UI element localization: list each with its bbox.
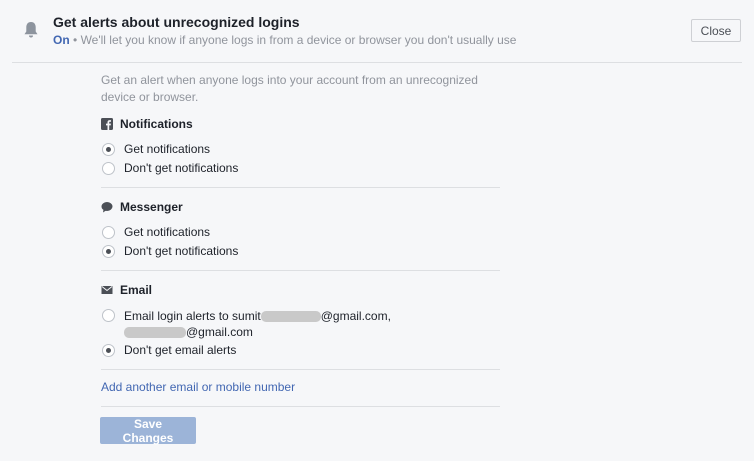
redacted-email <box>260 311 321 323</box>
close-button[interactable]: Close <box>691 19 741 42</box>
save-changes-button[interactable]: Save Changes <box>100 417 196 445</box>
option-label: Don't get email alerts <box>124 343 237 357</box>
envelope-icon <box>101 286 113 294</box>
email-alerts-option[interactable]: Email login alerts to sumit @gmail.com, @… <box>102 308 391 340</box>
section-label: Notifications <box>120 117 193 131</box>
option-label: Email login alerts to sumit @gmail.com, @… <box>124 308 391 340</box>
option-label: Get notifications <box>124 142 211 156</box>
redacted-email <box>124 327 186 339</box>
chat-bubble-icon <box>101 202 113 213</box>
messenger-get-option[interactable]: Get notifications <box>102 225 210 239</box>
settings-header: Get alerts about unrecognized logins On … <box>0 0 754 62</box>
option-label: Get notifications <box>124 225 211 239</box>
section-email-heading: Email <box>101 282 152 298</box>
status-on: On <box>53 33 70 47</box>
section-divider <box>101 270 500 271</box>
section-label: Email <box>120 283 153 297</box>
separator-dot: • <box>73 33 78 47</box>
email-prefix: Email login alerts to sumit <box>124 309 261 323</box>
radio-button[interactable] <box>102 143 115 156</box>
email-domain: @gmail.com <box>186 325 253 339</box>
email-dont-get-option[interactable]: Don't get email alerts <box>102 343 236 357</box>
section-divider <box>101 187 500 188</box>
notifications-dont-get-option[interactable]: Don't get notifications <box>102 161 238 175</box>
facebook-icon <box>101 118 113 130</box>
subtitle-description: We'll let you know if anyone logs in fro… <box>80 33 517 47</box>
section-messenger-heading: Messenger <box>101 199 183 215</box>
subtitle: On • We'll let you know if anyone logs i… <box>53 33 516 47</box>
add-email-link[interactable]: Add another email or mobile number <box>101 380 295 394</box>
header-divider <box>12 62 742 63</box>
radio-button[interactable] <box>102 226 115 239</box>
bell-icon <box>24 22 38 38</box>
messenger-dont-get-option[interactable]: Don't get notifications <box>102 244 238 258</box>
option-label: Don't get notifications <box>124 244 239 258</box>
section-divider <box>101 406 500 407</box>
intro-text: Get an alert when anyone logs into your … <box>101 73 478 104</box>
section-label: Messenger <box>120 200 183 214</box>
radio-button[interactable] <box>102 245 115 258</box>
notifications-get-option[interactable]: Get notifications <box>102 142 210 156</box>
section-notifications-heading: Notifications <box>101 116 193 132</box>
radio-button[interactable] <box>102 162 115 175</box>
section-divider <box>101 369 500 370</box>
radio-button[interactable] <box>102 309 115 322</box>
email-domain: @gmail.com, <box>320 309 391 323</box>
option-label: Don't get notifications <box>124 161 239 175</box>
radio-button[interactable] <box>102 344 115 357</box>
page-title: Get alerts about unrecognized logins <box>53 14 300 30</box>
